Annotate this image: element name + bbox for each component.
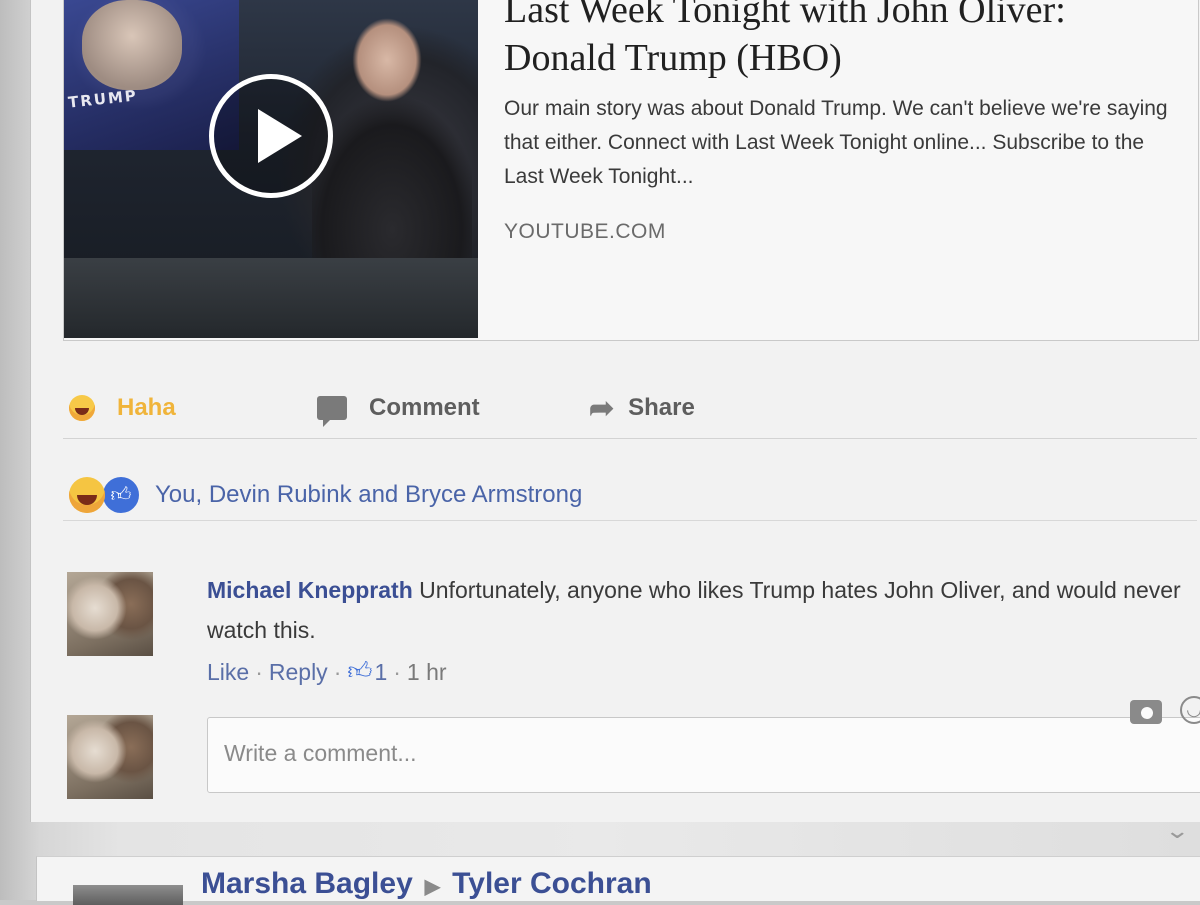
next-post-card: Marsha Bagley ▶ Tyler Cochran <box>36 856 1200 905</box>
next-post-header: Marsha Bagley ▶ Tyler Cochran <box>201 867 652 901</box>
comment: Michael Knepprath Unfortunately, anyone … <box>67 570 1197 690</box>
arrow-right-icon: ▶ <box>424 876 441 898</box>
comment-like-link[interactable]: Like <box>207 659 249 686</box>
comment-author[interactable]: Michael Knepprath <box>207 577 413 603</box>
haha-reaction-icon[interactable] <box>69 477 105 513</box>
comment-timestamp[interactable]: 1 hr <box>407 659 447 686</box>
separator: · <box>255 658 263 685</box>
comment-composer: Write a comment... ◡ <box>67 696 1200 805</box>
comment-icon <box>317 396 347 427</box>
chevron-down-icon[interactable]: ⌄ <box>1164 818 1190 844</box>
thumbs-up-icon[interactable]: 👍︎ <box>347 658 372 686</box>
post-card: TRUMP Last Week Tonight with John Oliver… <box>30 0 1200 822</box>
haha-label: Haha <box>117 394 176 421</box>
next-post-author[interactable]: Marsha Bagley <box>201 867 413 900</box>
link-preview[interactable]: TRUMP Last Week Tonight with John Oliver… <box>63 0 1199 341</box>
comment-label: Comment <box>369 394 480 421</box>
play-button[interactable] <box>209 74 333 198</box>
comment-reply-link[interactable]: Reply <box>269 659 328 686</box>
emoji-icon[interactable]: ◡ <box>1180 696 1200 724</box>
current-user-avatar <box>67 715 153 799</box>
reactions-summary: 👍︎ You, Devin Rubink and Bryce Armstrong <box>63 470 1197 521</box>
comment-meta: Like · Reply · 👍︎ 1 · 1 hr <box>207 658 447 686</box>
comment-body: Michael Knepprath Unfortunately, anyone … <box>207 570 1197 650</box>
commenter-avatar[interactable] <box>67 572 153 656</box>
next-post-target[interactable]: Tyler Cochran <box>452 867 652 900</box>
separator: · <box>333 658 342 685</box>
separator: · <box>393 658 401 685</box>
preview-text: Last Week Tonight with John Oliver: Dona… <box>504 0 1184 244</box>
like-reaction-icon[interactable]: 👍︎ <box>101 475 141 515</box>
comment-like-count[interactable]: 1 <box>374 659 387 686</box>
comment-button[interactable]: Comment <box>317 392 480 427</box>
reactions-names[interactable]: You, Devin Rubink and Bryce Armstrong <box>155 481 582 509</box>
preview-domain: YOUTUBE.COM <box>504 220 666 243</box>
preview-description: Our main story was about Donald Trump. W… <box>504 97 1168 188</box>
screen: TRUMP Last Week Tonight with John Oliver… <box>0 0 1200 905</box>
haha-icon <box>69 395 95 421</box>
next-post-avatar[interactable] <box>73 885 183 905</box>
play-icon <box>258 109 302 163</box>
action-bar: Haha Comment ➦ Share <box>63 378 1197 439</box>
share-button[interactable]: ➦ Share <box>589 391 695 425</box>
share-label: Share <box>628 394 695 421</box>
comment-input-placeholder: Write a comment... <box>224 740 417 766</box>
comment-input[interactable]: Write a comment... ◡ <box>207 696 1200 793</box>
thumbnail-face <box>82 0 182 90</box>
preview-title[interactable]: Last Week Tonight with John Oliver: Dona… <box>504 0 1184 82</box>
share-icon: ➦ <box>589 391 615 425</box>
haha-button[interactable]: Haha <box>69 392 176 424</box>
video-thumbnail[interactable]: TRUMP <box>64 0 478 338</box>
thumbnail-desk <box>64 258 478 338</box>
camera-icon[interactable] <box>1130 700 1162 724</box>
